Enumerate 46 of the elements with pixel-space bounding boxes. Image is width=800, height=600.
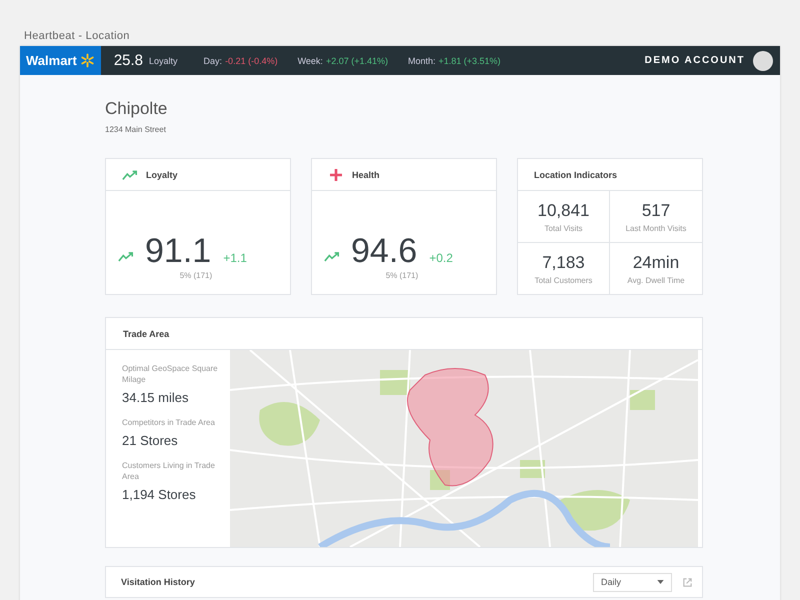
loyalty-label: Loyalty	[149, 56, 178, 66]
stat-value: 1,194 Stores	[122, 487, 197, 502]
location-name: Chipolte	[105, 99, 168, 119]
loyalty-score: 25.8	[114, 52, 144, 69]
indicator-label: Avg. Dwell Time	[627, 276, 685, 284]
trend-up-icon	[122, 168, 138, 180]
card-title: Health	[352, 170, 380, 180]
indicator-value: 517	[642, 200, 670, 220]
score-value: 94.6	[351, 233, 418, 269]
score-change: +0.2	[429, 251, 453, 265]
indicator-label: Total Visits	[544, 224, 583, 232]
plus-icon	[328, 168, 344, 180]
stat-label: Optimal GeoSpace Square Milage	[122, 363, 218, 385]
indicator-label: Last Month Visits	[626, 224, 686, 232]
period-dropdown[interactable]: Daily	[593, 572, 672, 592]
stat-value: 21 Stores	[122, 433, 179, 448]
indicator-value: 7,183	[542, 252, 585, 272]
change-value: +1.81 (+3.51%)	[438, 56, 501, 66]
indicator-value: 24min	[632, 252, 680, 272]
score-detail: 5% (171)	[386, 271, 418, 280]
change-label: Week:	[298, 56, 323, 66]
location-address: 1234 Main Street	[105, 125, 167, 134]
card-title: Visitation History	[121, 577, 195, 587]
account-name[interactable]: DEMO ACCOUNT	[644, 55, 745, 66]
card-title: Location Indicators	[534, 170, 618, 180]
change-label: Day:	[204, 56, 222, 66]
indicator-label: Total Customers	[534, 276, 592, 284]
spark-icon	[80, 53, 95, 68]
indicator-value: 10,841	[538, 200, 590, 220]
change-value: +2.07 (+1.41%)	[326, 56, 388, 66]
change-label: Month:	[408, 56, 436, 66]
map-drawing[interactable]	[230, 350, 698, 547]
external-link-icon[interactable]	[682, 576, 693, 588]
page-caption: Heartbeat - Location	[23, 29, 131, 44]
stat-value: 34.15 miles	[122, 390, 190, 405]
score-detail: 5% (171)	[180, 271, 212, 280]
change-value: -0.21 (-0.4%)	[225, 56, 278, 66]
avatar[interactable]	[753, 50, 773, 70]
card-title: Trade Area	[123, 328, 170, 338]
caret-icon	[657, 580, 664, 584]
stat-label: Customers Living in Trade Area	[122, 460, 216, 482]
stat-label: Competitors in Trade Area	[122, 417, 216, 428]
brand-logo[interactable]: Walmart	[20, 46, 101, 75]
score-change: +1.1	[223, 251, 247, 265]
score-value: 91.1	[145, 233, 212, 269]
card-title: Loyalty	[146, 170, 178, 180]
